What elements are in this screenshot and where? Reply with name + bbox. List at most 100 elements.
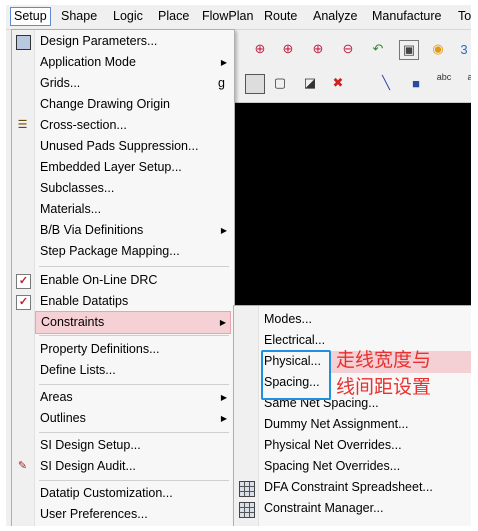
menu-separator: [39, 432, 229, 433]
menu-item-embedded-layer-setup[interactable]: Embedded Layer Setup...: [35, 157, 231, 178]
menu-item-subclasses[interactable]: Subclasses...: [35, 178, 231, 199]
submenu-item-label: Constraint Manager...: [264, 501, 384, 515]
submenu-arrow-icon: ▶: [220, 58, 227, 67]
menu-item-design-parameters[interactable]: Design Parameters...: [35, 31, 231, 52]
menu-manufacture[interactable]: Manufacture: [369, 8, 444, 25]
refresh-icon[interactable]: ◉: [429, 40, 447, 58]
zoom-previous-icon[interactable]: ↶: [369, 40, 387, 58]
menu-item-si-design-audit[interactable]: SI Design Audit...: [35, 456, 231, 477]
menu-item-step-package-mapping[interactable]: Step Package Mapping...: [35, 241, 231, 262]
menu-item-materials[interactable]: Materials...: [35, 199, 231, 220]
submenu-arrow-icon: ▶: [220, 414, 227, 423]
menu-item-label: SI Design Setup...: [40, 438, 141, 452]
menu-item-label: Enable Datatips: [40, 294, 129, 308]
submenu-item-label: Dummy Net Assignment...: [264, 417, 409, 431]
menu-item-outlines[interactable]: Outlines ▶: [35, 408, 231, 429]
annotation-line-2: 线间距设置: [336, 376, 432, 398]
menu-item-label: Cross-section...: [40, 118, 127, 132]
zoom-in-icon[interactable]: ⊕: [309, 40, 327, 58]
menu-item-label: Outlines: [40, 411, 86, 425]
shape-round-icon[interactable]: ▢: [271, 74, 289, 92]
menu-item-datatip-customization[interactable]: Datatip Customization...: [35, 483, 231, 504]
submenu-item-label: Electrical...: [264, 333, 326, 347]
submenu-arrow-icon: ▶: [219, 318, 226, 327]
menu-item-grids[interactable]: Grids... g: [35, 73, 231, 94]
menu-separator: [39, 335, 229, 336]
checkmark-icon: ✓: [16, 274, 31, 289]
submenu-item-spacing-net-overrides[interactable]: Spacing Net Overrides...: [259, 456, 469, 477]
spreadsheet-icon: [239, 481, 255, 497]
menu-item-constraints[interactable]: Constraints ▶: [35, 311, 231, 334]
menu-item-cross-section[interactable]: Cross-section...: [35, 115, 231, 136]
submenu-item-label: Spacing Net Overrides...: [264, 459, 401, 473]
menu-bar: Setup Shape Logic Place FlowPlan Route A…: [6, 5, 471, 30]
annotation-line-1: 走线宽度与: [336, 349, 432, 371]
menu-analyze[interactable]: Analyze: [310, 8, 360, 25]
zoom-out-icon[interactable]: ⊖: [339, 40, 357, 58]
menu-item-bb-via-definitions[interactable]: B/B Via Definitions ▶: [35, 220, 231, 241]
menu-tools[interactable]: To: [455, 8, 471, 25]
shape-fill-icon[interactable]: ◪: [301, 74, 319, 92]
3d-view-icon[interactable]: 3: [455, 40, 471, 58]
menu-separator: [39, 266, 229, 267]
menu-item-label: Application Mode: [40, 55, 136, 69]
submenu-item-dfa-constraint-spreadsheet[interactable]: DFA Constraint Spreadsheet...: [259, 477, 469, 498]
submenu-item-physical-net-overrides[interactable]: Physical Net Overrides...: [259, 435, 469, 456]
submenu-item-dummy-net-assignment[interactable]: Dummy Net Assignment...: [259, 414, 469, 435]
zoom-window-icon[interactable]: ⊕: [279, 40, 297, 58]
menu-item-label: Define Lists...: [40, 363, 116, 377]
design-canvas[interactable]: [231, 103, 471, 309]
audit-icon: ✎: [17, 460, 28, 472]
menu-place[interactable]: Place: [155, 8, 192, 25]
menu-item-label: Embedded Layer Setup...: [40, 160, 182, 174]
constraints-submenu: Modes... Electrical... Physical... Spaci…: [233, 305, 471, 526]
menu-item-enable-datatips[interactable]: Enable Datatips: [35, 291, 231, 312]
add-text-icon[interactable]: abc: [435, 68, 453, 86]
zoom-fit-icon[interactable]: ⊕: [251, 40, 269, 58]
app-window: Setup Shape Logic Place FlowPlan Route A…: [6, 5, 471, 526]
submenu-item-label: Physical Net Overrides...: [264, 438, 402, 452]
line-icon[interactable]: ╲: [377, 74, 395, 92]
menu-item-label: Materials...: [40, 202, 102, 216]
menu-item-define-lists[interactable]: Define Lists...: [35, 360, 231, 381]
submenu-item-constraint-manager[interactable]: Constraint Manager...: [259, 498, 469, 519]
menu-item-si-design-setup[interactable]: SI Design Setup...: [35, 435, 231, 456]
menu-item-label: Subclasses...: [40, 181, 115, 195]
menu-flowplan[interactable]: FlowPlan: [199, 8, 256, 25]
rectangle-icon[interactable]: ■: [407, 74, 425, 92]
menu-item-user-preferences[interactable]: User Preferences...: [35, 504, 231, 525]
menu-item-label: B/B Via Definitions: [40, 223, 144, 237]
menu-item-unused-pads-suppression[interactable]: Unused Pads Suppression...: [35, 136, 231, 157]
menu-item-label: Grids...: [40, 76, 81, 90]
submenu-arrow-icon: ▶: [220, 226, 227, 235]
menu-item-label: Unused Pads Suppression...: [40, 139, 199, 153]
menu-separator: [39, 384, 229, 385]
menu-separator: [39, 480, 229, 481]
constraint-manager-icon: [239, 502, 255, 518]
delete-shape-icon[interactable]: ✖: [329, 74, 347, 92]
menu-item-property-definitions[interactable]: Property Definitions...: [35, 339, 231, 360]
checkmark-icon: ✓: [16, 295, 31, 310]
menu-item-areas[interactable]: Areas ▶: [35, 387, 231, 408]
menu-setup[interactable]: Setup: [10, 7, 51, 26]
menu-item-label: Constraints: [41, 315, 105, 329]
menu-logic[interactable]: Logic: [110, 8, 146, 25]
toolbar: ⊕ ⊕ ⊕ ⊖ ↶ ▣ ◉ 3 ▢ ◪ ✖ ╲ ■ abc a: [231, 30, 471, 103]
menu-route[interactable]: Route: [261, 8, 300, 25]
menu-item-label: Step Package Mapping...: [40, 244, 180, 258]
menu-item-label: Property Definitions...: [40, 342, 160, 356]
menu-item-application-mode[interactable]: Application Mode ▶: [35, 52, 231, 73]
edit-text-icon[interactable]: a: [461, 68, 471, 86]
annotation-callout-box: [261, 350, 331, 400]
menu-item-change-drawing-origin[interactable]: Change Drawing Origin: [35, 94, 231, 115]
menu-item-label: Design Parameters...: [40, 34, 158, 48]
menu-item-label: Change Drawing Origin: [40, 97, 170, 111]
submenu-item-label: DFA Constraint Spreadsheet...: [264, 480, 433, 494]
menu-item-label: SI Design Audit...: [40, 459, 136, 473]
submenu-item-modes[interactable]: Modes...: [259, 309, 469, 330]
menu-item-shortcut: g: [218, 76, 225, 90]
menu-shape[interactable]: Shape: [58, 8, 100, 25]
shape-rect-icon[interactable]: [245, 74, 265, 94]
zoom-world-icon[interactable]: ▣: [399, 40, 419, 60]
menu-item-enable-online-drc[interactable]: Enable On-Line DRC: [35, 270, 231, 291]
